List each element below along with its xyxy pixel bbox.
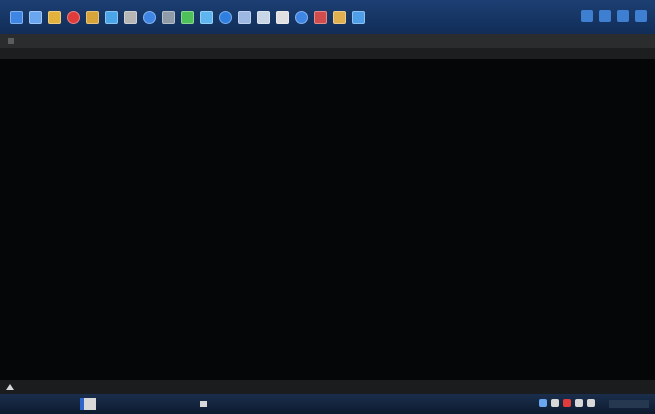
equalizer-icon[interactable] [635,10,647,22]
tray-icon-4[interactable] [575,399,583,407]
app-icon-9[interactable] [162,10,175,24]
taskbar-item-1[interactable] [110,400,170,408]
app-icon-17[interactable] [314,10,327,24]
rewind-icon[interactable] [581,10,593,22]
app-icon-10[interactable] [181,10,194,24]
app-icon-3[interactable] [48,10,61,24]
top-right-controls [581,10,647,22]
app-icon-12[interactable] [219,10,232,24]
play-icon[interactable] [599,10,611,22]
chevron-down-icon[interactable] [617,10,629,22]
app-icon-13[interactable] [238,10,251,24]
app-icon-11[interactable] [200,10,213,24]
warning-icon [6,383,14,390]
window-app-icon [8,38,14,44]
window-titlebar [0,34,655,48]
menu-bar [0,48,655,59]
app-icon-7[interactable] [124,10,137,24]
app-icon-8[interactable] [143,10,156,24]
app-icon-5[interactable] [86,10,99,24]
tray-icon-1[interactable] [539,399,547,407]
tray-icon-5[interactable] [587,399,595,407]
app-icon-19[interactable] [352,10,365,24]
start-icon[interactable] [80,398,96,410]
taskbar-item-terminal[interactable] [200,400,210,408]
terminal-output[interactable] [0,59,655,380]
app-icon-16[interactable] [295,10,308,24]
app-icon-18[interactable] [333,10,346,24]
taskbar [0,394,655,414]
terminal-task-icon [200,400,207,407]
tray-icon-2[interactable] [551,399,559,407]
app-icon-2[interactable] [29,10,42,24]
tray-icon-3[interactable] [563,399,571,407]
clock [609,400,649,408]
system-tray [539,399,595,407]
top-icon-bar [0,0,655,34]
app-icon-6[interactable] [105,10,118,24]
app-icon-15[interactable] [276,10,289,24]
status-strip [0,380,655,394]
app-icon-4[interactable] [67,10,80,24]
app-icon-1[interactable] [10,10,23,24]
app-icon-14[interactable] [257,10,270,24]
